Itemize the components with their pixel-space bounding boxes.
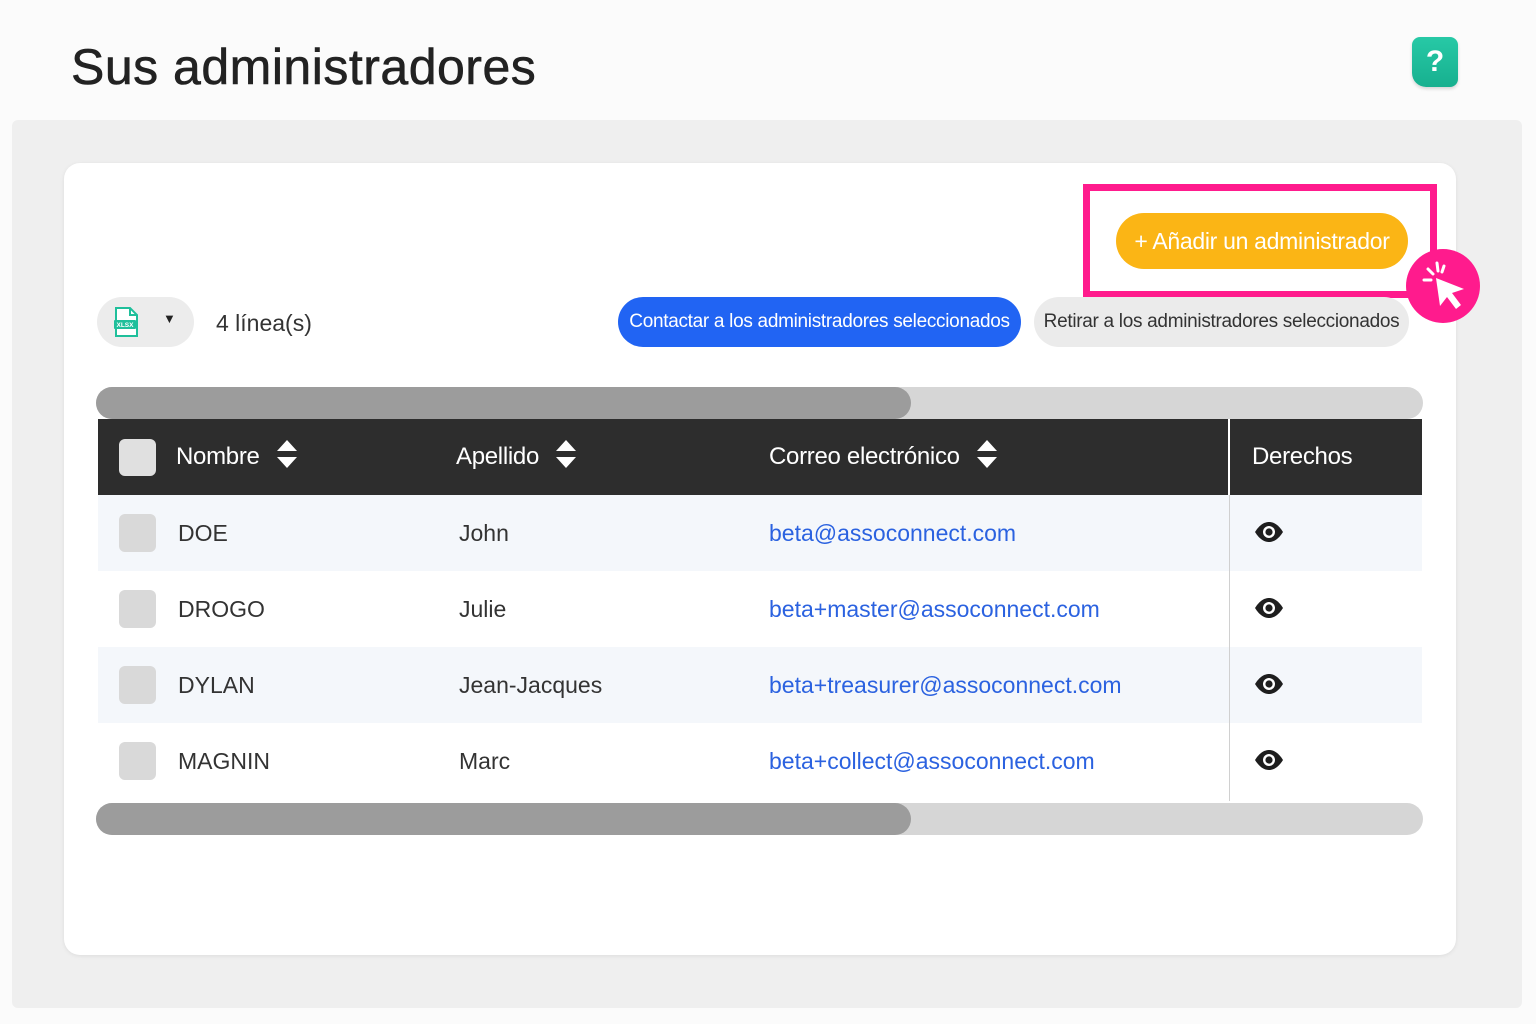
- table-body: DOE John beta@assoconnect.com DROGO Juli…: [98, 495, 1422, 799]
- table-row[interactable]: MAGNIN Marc beta+collect@assoconnect.com: [98, 723, 1422, 799]
- contact-selected-button[interactable]: Contactar a los administradores seleccio…: [618, 297, 1021, 347]
- column-header-derechos: Derechos: [1252, 419, 1353, 495]
- cell-email-link[interactable]: beta@assoconnect.com: [769, 495, 1016, 571]
- table-header: Nombre Apellido Correo electrónico Derec…: [98, 419, 1422, 495]
- column-label: Apellido: [456, 443, 539, 470]
- row-checkbox[interactable]: [119, 742, 156, 780]
- column-label: Derechos: [1252, 443, 1353, 470]
- sort-icon[interactable]: [555, 439, 577, 476]
- chevron-down-icon: ▼: [163, 311, 176, 326]
- cell-email-link[interactable]: beta+master@assoconnect.com: [769, 571, 1100, 647]
- xlsx-file-icon: XLSX: [113, 307, 139, 342]
- row-checkbox[interactable]: [119, 514, 156, 552]
- column-header-correo[interactable]: Correo electrónico: [769, 419, 998, 495]
- cell-apellido: Julie: [459, 595, 507, 622]
- sort-icon[interactable]: [276, 439, 298, 476]
- table-row[interactable]: DOE John beta@assoconnect.com: [98, 495, 1422, 571]
- cell-nombre: DROGO: [178, 595, 265, 622]
- column-header-nombre[interactable]: Nombre: [176, 419, 298, 495]
- eye-icon[interactable]: [1254, 597, 1284, 624]
- remove-selected-button[interactable]: Retirar a los administradores selecciona…: [1034, 297, 1409, 347]
- add-admin-button[interactable]: + Añadir un administrador: [1116, 213, 1408, 269]
- column-header-apellido[interactable]: Apellido: [456, 419, 577, 495]
- cell-apellido: Marc: [459, 747, 511, 774]
- select-all-checkbox[interactable]: [119, 439, 156, 476]
- export-xlsx-button[interactable]: XLSX ▼: [97, 297, 194, 347]
- column-label: Correo electrónico: [769, 443, 960, 470]
- cell-apellido: Jean-Jacques: [459, 671, 603, 698]
- top-horizontal-scrollbar[interactable]: [96, 387, 1423, 419]
- help-button[interactable]: ?: [1412, 37, 1458, 87]
- row-count: 4 línea(s): [216, 310, 312, 336]
- eye-icon[interactable]: [1254, 749, 1284, 776]
- cell-email-link[interactable]: beta+collect@assoconnect.com: [769, 723, 1095, 799]
- sort-icon[interactable]: [976, 439, 998, 476]
- table-row[interactable]: DYLAN Jean-Jacques beta+treasurer@assoco…: [98, 647, 1422, 723]
- cell-nombre: DOE: [178, 519, 228, 546]
- bottom-horizontal-scrollbar[interactable]: [96, 803, 1423, 835]
- column-divider: [1229, 495, 1230, 801]
- scrollbar-thumb[interactable]: [96, 803, 911, 835]
- cell-nombre: MAGNIN: [178, 747, 270, 774]
- column-label: Nombre: [176, 443, 260, 470]
- row-checkbox[interactable]: [119, 666, 156, 704]
- page-title: Sus administradores: [71, 39, 537, 96]
- click-cursor-icon: [1406, 249, 1480, 323]
- table-row[interactable]: DROGO Julie beta+master@assoconnect.com: [98, 571, 1422, 647]
- xlsx-label: XLSX: [117, 322, 135, 329]
- row-checkbox[interactable]: [119, 590, 156, 628]
- cell-email-link[interactable]: beta+treasurer@assoconnect.com: [769, 647, 1122, 723]
- cell-nombre: DYLAN: [178, 671, 255, 698]
- eye-icon[interactable]: [1254, 521, 1284, 548]
- cell-apellido: John: [459, 519, 509, 546]
- eye-icon[interactable]: [1254, 673, 1284, 700]
- column-divider: [1228, 419, 1230, 495]
- scrollbar-thumb[interactable]: [96, 387, 911, 419]
